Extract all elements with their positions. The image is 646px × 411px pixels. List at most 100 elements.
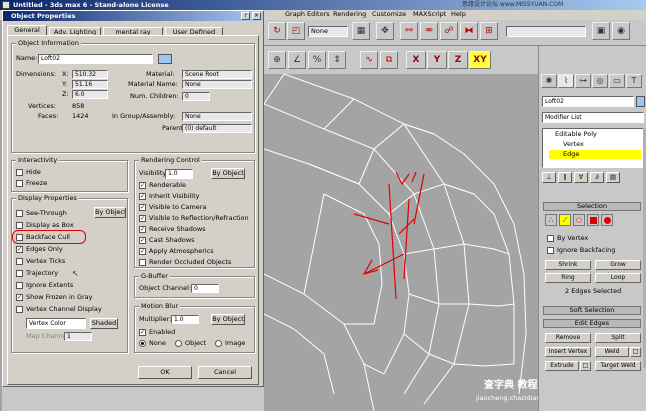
motion-enabled-checkbox[interactable]: ✓: [139, 329, 146, 336]
edges-only-checkbox[interactable]: ✓: [16, 246, 23, 253]
selection-rollout-header[interactable]: Selection: [543, 202, 641, 211]
edit-edges-rollout[interactable]: Edit Edges: [543, 319, 641, 328]
inherit-visibility-checkbox[interactable]: ✓: [139, 193, 146, 200]
percent-snap-icon[interactable]: %: [308, 51, 326, 69]
trajectory-checkbox[interactable]: [16, 270, 23, 277]
menu-graph-editors[interactable]: Graph Editors: [285, 10, 330, 19]
object-channel-value[interactable]: 0: [191, 284, 219, 293]
align-icon[interactable]: ⊞: [480, 22, 498, 40]
axis-x-button[interactable]: X: [406, 51, 426, 69]
vertex-subobject-icon[interactable]: ∴: [545, 214, 557, 226]
modify-tab-icon[interactable]: ⌇: [558, 74, 574, 88]
extrude-button[interactable]: Extrude: [545, 361, 579, 371]
curve-editor-icon[interactable]: ∿: [360, 51, 378, 69]
target-weld-button[interactable]: Target Weld: [595, 361, 641, 371]
name-input[interactable]: Loft02: [38, 54, 153, 64]
stack-vertex[interactable]: Vertex: [563, 140, 584, 149]
angle-snap-icon[interactable]: ∠: [288, 51, 306, 69]
show-end-result-icon[interactable]: ‖: [558, 172, 572, 183]
menu-rendering[interactable]: Rendering: [333, 10, 366, 19]
by-vertex-checkbox[interactable]: [547, 235, 554, 242]
vertex-channel-display-checkbox[interactable]: [16, 306, 23, 313]
mirror-icon[interactable]: ⧓: [460, 22, 478, 40]
scale-icon[interactable]: ◰: [287, 22, 305, 40]
remove-modifier-icon[interactable]: ∂: [590, 172, 604, 183]
motion-object-radio[interactable]: [175, 340, 182, 347]
ignore-extents-checkbox[interactable]: [16, 282, 23, 289]
motion-image-radio[interactable]: [215, 340, 222, 347]
object-name-field[interactable]: Loft02: [542, 96, 634, 107]
motion-tab-icon[interactable]: ◎: [592, 74, 608, 88]
axis-xy-button[interactable]: XY: [469, 51, 491, 69]
motion-none-radio[interactable]: [139, 340, 146, 347]
stack-editable-poly[interactable]: Editable Poly: [555, 130, 597, 139]
split-button[interactable]: Split: [595, 333, 641, 343]
create-tab-icon[interactable]: ✱: [541, 74, 557, 88]
show-frozen-gray-checkbox[interactable]: ✓: [16, 294, 23, 301]
menu-maxscript[interactable]: MAXScript: [413, 10, 446, 19]
receive-shadows-checkbox[interactable]: ✓: [139, 226, 146, 233]
cancel-button[interactable]: Cancel: [198, 366, 252, 379]
ignore-backfacing-checkbox[interactable]: [547, 247, 554, 254]
unlink-icon[interactable]: ⚮: [420, 22, 438, 40]
help-button[interactable]: ?: [241, 12, 250, 20]
vertex-ticks-checkbox[interactable]: [16, 258, 23, 265]
apply-atmospherics-checkbox[interactable]: ✓: [139, 248, 146, 255]
shaded-button[interactable]: Shaded: [90, 318, 118, 329]
element-subobject-icon[interactable]: [601, 214, 613, 226]
spinner-snap-icon[interactable]: ⇕: [328, 51, 346, 69]
vertex-color-dropdown[interactable]: Vertex Color: [26, 318, 86, 329]
axis-y-button[interactable]: Y: [427, 51, 447, 69]
menu-customize[interactable]: Customize: [372, 10, 406, 19]
render-scene-icon[interactable]: ▣: [592, 22, 610, 40]
render-occluded-checkbox[interactable]: [139, 259, 146, 266]
weld-button[interactable]: Weld: [595, 347, 629, 357]
make-unique-icon[interactable]: ∀: [574, 172, 588, 183]
selection-filter-dropdown[interactable]: None: [308, 26, 348, 37]
menu-help[interactable]: Help: [451, 10, 466, 19]
multiplier-value[interactable]: 1.0: [171, 315, 199, 324]
display-tab-icon[interactable]: ▭: [609, 74, 625, 88]
edge-subobject-icon[interactable]: ⟋: [559, 214, 571, 226]
quick-render-icon[interactable]: ◉: [612, 22, 630, 40]
axis-z-button[interactable]: Z: [448, 51, 468, 69]
modifier-list-dropdown[interactable]: Modifier List: [542, 112, 644, 123]
remove-button[interactable]: Remove: [545, 333, 591, 343]
bind-icon[interactable]: ☍: [440, 22, 458, 40]
named-selection-set[interactable]: [506, 26, 586, 37]
border-subobject-icon[interactable]: ○: [573, 214, 585, 226]
render-by-object-button[interactable]: By Object: [211, 168, 245, 179]
shrink-button[interactable]: Shrink: [545, 260, 591, 270]
weld-settings-icon[interactable]: □: [630, 347, 641, 357]
extrude-settings-icon[interactable]: □: [580, 361, 591, 371]
visible-to-reflection-checkbox[interactable]: ✓: [139, 215, 146, 222]
freeze-checkbox[interactable]: [16, 180, 23, 187]
motion-by-object-button[interactable]: By Object: [211, 314, 245, 325]
ok-button[interactable]: OK: [138, 366, 192, 379]
see-through-checkbox[interactable]: [16, 210, 23, 217]
visibility-value[interactable]: 1.0: [165, 169, 193, 179]
display-as-box-checkbox[interactable]: [16, 222, 23, 229]
close-icon[interactable]: ×: [252, 12, 261, 20]
polygon-subobject-icon[interactable]: [587, 214, 599, 226]
soft-selection-rollout[interactable]: Soft Selection: [543, 306, 641, 315]
grow-button[interactable]: Grow: [595, 260, 641, 270]
stack-edge[interactable]: Edge: [563, 150, 579, 159]
schematic-icon[interactable]: ⧉: [380, 51, 398, 69]
object-color-swatch[interactable]: [158, 54, 172, 64]
snap-icon[interactable]: ⊕: [268, 51, 286, 69]
pin-stack-icon[interactable]: ⊥: [542, 172, 556, 183]
insert-vertex-button[interactable]: Insert Vertex: [545, 347, 591, 357]
configure-sets-icon[interactable]: ▤: [606, 172, 620, 183]
cast-shadows-checkbox[interactable]: ✓: [139, 237, 146, 244]
viewport[interactable]: 查字典 教程网 jiaocheng.chazidian.com: [264, 74, 538, 411]
renderable-checkbox[interactable]: ✓: [139, 182, 146, 189]
loop-button[interactable]: Loop: [595, 273, 641, 283]
map-channel-value[interactable]: 1: [64, 332, 92, 341]
ring-button[interactable]: Ring: [545, 273, 591, 283]
select-move-icon[interactable]: ✥: [376, 22, 394, 40]
visible-to-camera-checkbox[interactable]: ✓: [139, 204, 146, 211]
pivot-icon[interactable]: ▦: [352, 22, 370, 40]
rotate-icon[interactable]: ↻: [268, 22, 286, 40]
link-icon[interactable]: ⚯: [400, 22, 418, 40]
